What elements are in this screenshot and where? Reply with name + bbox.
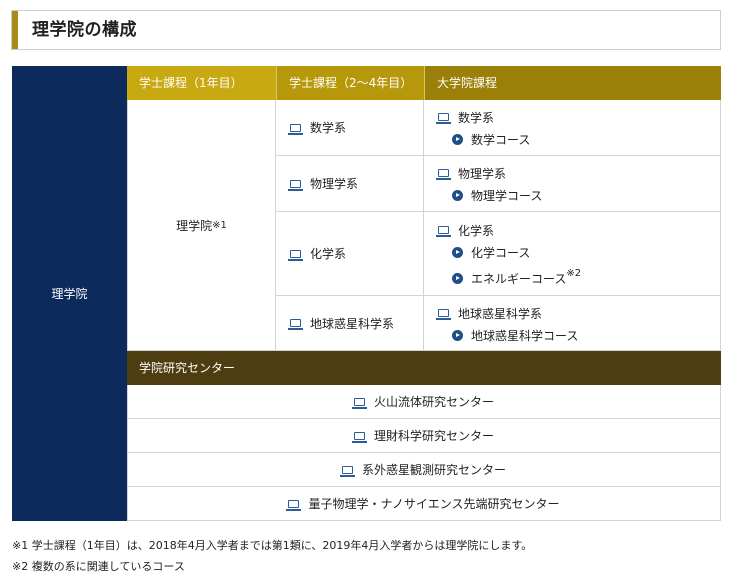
- monitor-icon: [436, 169, 451, 180]
- grad-dept-link[interactable]: 化学系: [436, 219, 720, 241]
- monitor-icon: [339, 465, 355, 477]
- department-name: 数学系: [310, 121, 347, 135]
- monitor-icon: [288, 249, 303, 261]
- page-title-box: 理学院の構成: [11, 10, 721, 50]
- department-cell-chemistry[interactable]: 化学系: [276, 212, 424, 296]
- first-year-cell: 理学院 ※1: [127, 100, 276, 351]
- department-name: 地球惑星科学系: [310, 316, 395, 331]
- graduate-cell-physics: 物理学系 物理学コース: [424, 156, 721, 212]
- course-name: 化学コース: [471, 245, 531, 260]
- monitor-icon: [351, 397, 367, 409]
- course-link[interactable]: 地球惑星科学コース: [438, 324, 720, 346]
- course-name: 地球惑星科学コース: [471, 328, 579, 343]
- monitor-icon: [436, 113, 451, 124]
- monitor-icon: [351, 431, 367, 443]
- course-name: 物理学コース: [471, 188, 543, 203]
- first-year-label: 理学院: [176, 218, 213, 233]
- research-center-name: 火山流体研究センター: [373, 395, 494, 409]
- department-name: 物理学系: [310, 177, 359, 191]
- research-center-name: 系外惑星観測研究センター: [361, 463, 506, 477]
- department-name: 化学系: [310, 247, 347, 261]
- graduate-cell-earth-planetary: 地球惑星科学系 地球惑星科学コース: [424, 296, 721, 351]
- monitor-icon: [288, 179, 303, 191]
- monitor-icon: [288, 319, 303, 330]
- grad-dept-name: 化学系: [458, 223, 495, 238]
- page-title: 理学院の構成: [32, 20, 137, 40]
- footnote-mark-1: ※1: [212, 219, 227, 231]
- grad-dept-link[interactable]: 地球惑星科学系: [436, 302, 720, 324]
- research-centers-header: 学院研究センター: [127, 351, 721, 385]
- research-center-row[interactable]: 系外惑星観測研究センター: [127, 453, 721, 487]
- monitor-icon: [286, 499, 302, 511]
- course-link[interactable]: 化学コース: [438, 241, 720, 263]
- department-cell-earth-planetary[interactable]: 地球惑星科学系: [276, 296, 424, 351]
- research-center-row[interactable]: 理財科学研究センター: [127, 419, 721, 453]
- grad-dept-name: 数学系: [458, 110, 495, 125]
- graduate-cell-chemistry: 化学系 化学コース エネルギーコース ※2: [424, 212, 721, 296]
- grad-dept-link[interactable]: 物理学系: [436, 162, 720, 184]
- course-link[interactable]: エネルギーコース ※2: [438, 267, 720, 289]
- research-center-row[interactable]: 火山流体研究センター: [127, 385, 721, 419]
- grad-dept-name: 地球惑星科学系: [458, 306, 543, 321]
- department-cell-physics[interactable]: 物理学系: [276, 156, 424, 212]
- header-undergrad-later-years: 学士課程（2～4年目）: [276, 66, 424, 100]
- grad-dept-name: 物理学系: [458, 166, 507, 181]
- play-circle-icon: [452, 272, 463, 284]
- course-name: エネルギーコース: [471, 271, 567, 286]
- footnote-mark-2: ※2: [566, 268, 582, 279]
- research-center-name: 量子物理学・ナノサイエンス先端研究センター: [308, 497, 560, 511]
- course-name: 数学コース: [471, 132, 531, 147]
- title-accent-bar: [12, 11, 18, 49]
- department-cell-math[interactable]: 数学系: [276, 100, 424, 156]
- header-graduate: 大学院課程: [424, 66, 721, 100]
- play-circle-icon: [452, 329, 463, 341]
- course-link[interactable]: 物理学コース: [438, 184, 720, 206]
- monitor-icon: [288, 123, 303, 135]
- monitor-icon: [436, 309, 451, 320]
- play-circle-icon: [452, 189, 463, 201]
- graduate-cell-math: 数学系 数学コース: [424, 100, 721, 156]
- play-circle-icon: [452, 133, 463, 145]
- course-link[interactable]: 数学コース: [438, 128, 720, 150]
- footnote-2: ※2 複数の系に関連しているコース: [12, 560, 185, 573]
- footnote-1: ※1 学士課程（1年目）は、2018年4月入学者までは第1類に、2019年4月入…: [12, 539, 533, 552]
- school-label: 理学院: [12, 66, 127, 521]
- grad-dept-link[interactable]: 数学系: [436, 106, 720, 128]
- research-center-row[interactable]: 量子物理学・ナノサイエンス先端研究センター: [127, 487, 721, 521]
- header-undergrad-first-year: 学士課程（1年目）: [127, 66, 276, 100]
- organization-chart: 理学院 学士課程（1年目） 学士課程（2～4年目） 大学院課程 理学院 ※1 数学…: [12, 66, 721, 521]
- research-center-name: 理財科学研究センター: [373, 429, 494, 443]
- monitor-icon: [436, 226, 451, 237]
- play-circle-icon: [452, 246, 463, 258]
